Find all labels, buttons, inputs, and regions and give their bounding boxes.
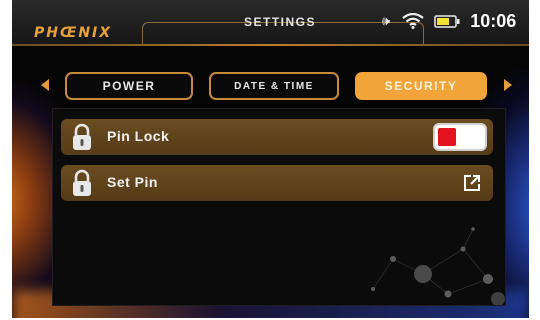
tab-security[interactable]: SECURITY xyxy=(355,72,487,100)
particle-decoration xyxy=(371,227,505,305)
settings-panel: Pin Lock Set Pin xyxy=(52,108,506,306)
external-link-icon[interactable] xyxy=(463,174,481,192)
lock-icon xyxy=(73,169,91,196)
status-bar: 🕪 10:06 xyxy=(382,9,516,33)
pin-lock-toggle[interactable] xyxy=(433,123,487,151)
pin-lock-label: Pin Lock xyxy=(107,128,170,144)
battery-icon xyxy=(434,14,460,28)
pin-lock-row[interactable]: Pin Lock xyxy=(61,119,493,155)
clock: 10:06 xyxy=(470,10,517,31)
tab-scroll-left-icon[interactable] xyxy=(41,79,49,91)
set-pin-row[interactable]: Set Pin xyxy=(61,165,493,201)
tab-scroll-right-icon[interactable] xyxy=(504,79,512,91)
device-screen: PHŒNIX SETTINGS 🕪 10:06 POWER DATE & TIM… xyxy=(12,0,529,318)
brand-logo: PHŒNIX xyxy=(34,25,113,41)
set-pin-label: Set Pin xyxy=(107,174,158,190)
lock-icon xyxy=(73,123,91,150)
speaker-icon: 🕪 xyxy=(382,13,391,29)
tab-date-time[interactable]: DATE & TIME xyxy=(209,72,339,100)
header-bar: PHŒNIX SETTINGS 🕪 10:06 xyxy=(12,0,529,45)
tab-power[interactable]: POWER xyxy=(65,72,193,100)
header-divider xyxy=(12,44,529,46)
page-title: SETTINGS xyxy=(244,15,317,29)
wifi-icon xyxy=(402,13,424,29)
toggle-indicator xyxy=(438,128,456,146)
